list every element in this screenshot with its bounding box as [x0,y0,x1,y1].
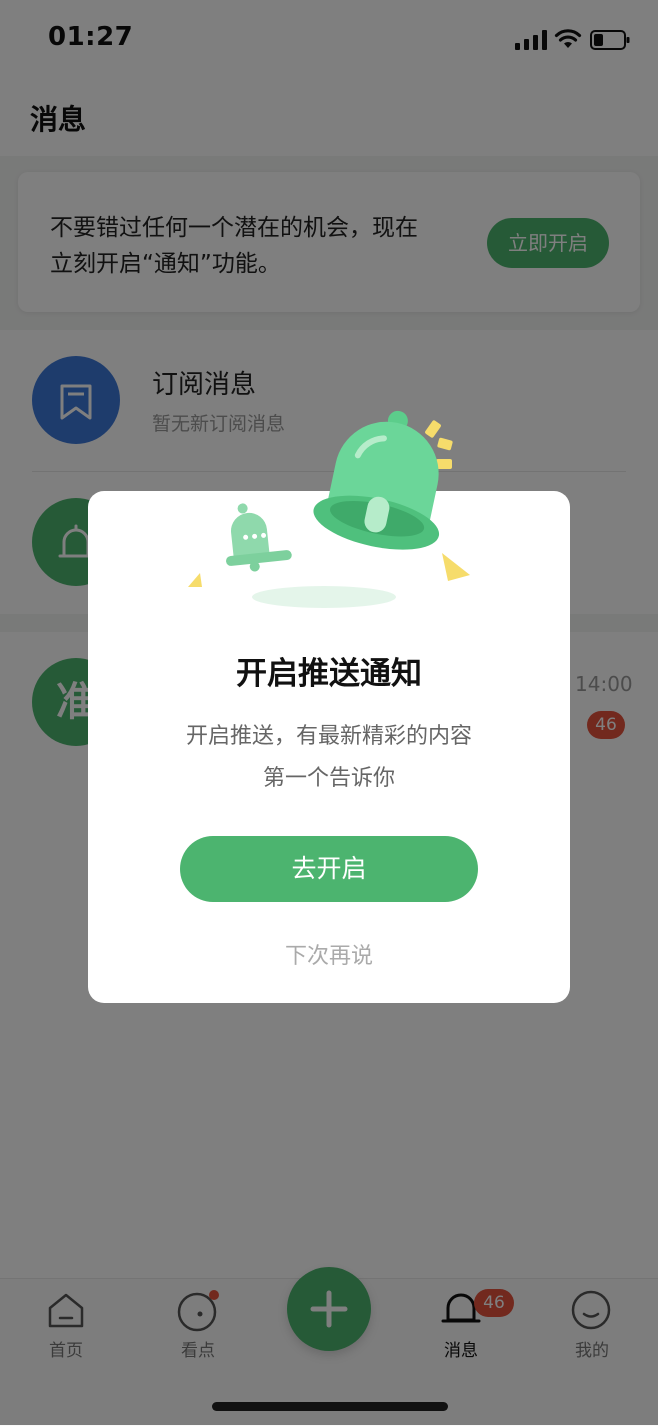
dialog-title: 开启推送通知 [236,656,422,692]
go-enable-button[interactable]: 去开启 [180,836,478,902]
maybe-later-button[interactable]: 下次再说 [88,938,570,970]
bells-illustration [188,410,470,608]
home-indicator [212,1402,448,1411]
dialog-description: 开启推送，有最新精彩的内容 第一个告诉你 [88,716,570,800]
dialog-description-line1: 开启推送，有最新精彩的内容 [185,724,472,749]
dialog-description-line2: 第一个告诉你 [262,766,395,791]
